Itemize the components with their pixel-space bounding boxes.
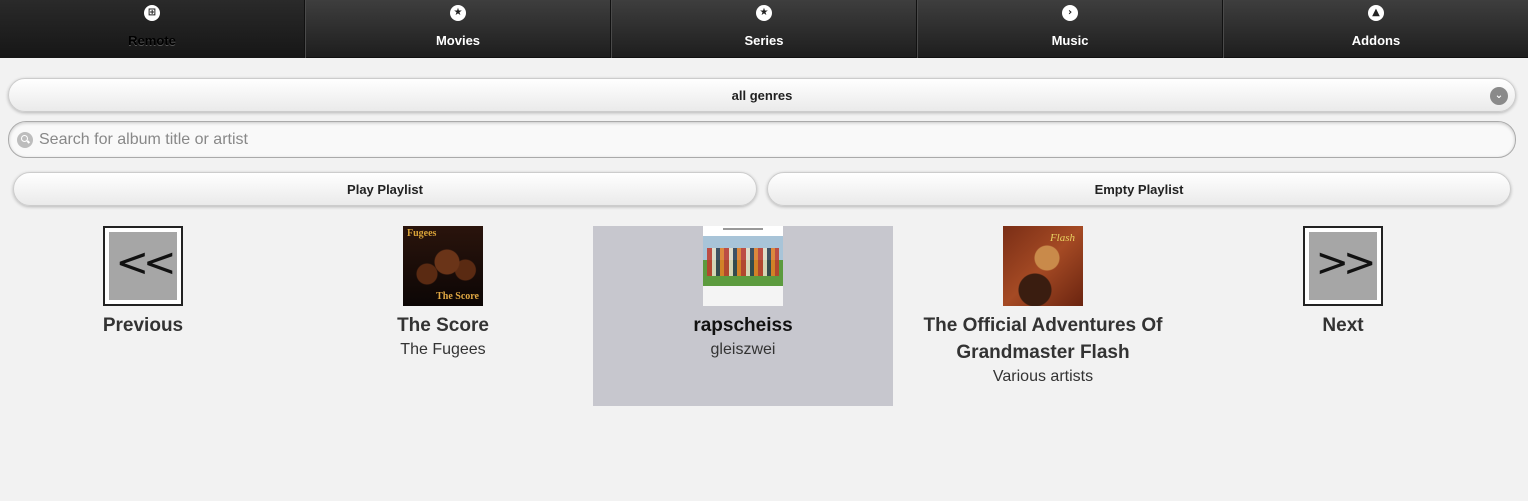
album-cover: Fugees The Score — [403, 226, 483, 306]
star-icon: ★ — [450, 5, 466, 21]
grid-icon: ⊞ — [144, 5, 160, 21]
search-icon — [17, 132, 33, 148]
music-controls-panel: all genres ⌄ Play Playlist Empty Playlis… — [0, 58, 1528, 221]
empty-playlist-button[interactable]: Empty Playlist — [767, 172, 1511, 206]
tab-series-label: Series — [744, 33, 784, 48]
genre-select[interactable]: all genres ⌄ — [8, 78, 1516, 112]
star-icon: ★ — [756, 5, 772, 21]
album-title: The Official Adventures Of Grandmaster F… — [923, 315, 1163, 363]
album-item[interactable]: Flash The Official Adventures Of Grandma… — [893, 226, 1193, 406]
next-label: Next — [1322, 315, 1364, 336]
album-title: The Score — [397, 315, 489, 336]
genre-select-value: all genres — [731, 88, 793, 103]
previous-label: Previous — [102, 315, 184, 336]
album-artist: Various artists — [992, 368, 1094, 385]
previous-page-button[interactable]: << Previous — [0, 226, 293, 406]
search-input[interactable] — [39, 122, 1509, 157]
next-icon: >> — [1303, 226, 1383, 306]
album-cover-text: The Score — [436, 291, 479, 302]
album-artist: The Fugees — [400, 341, 486, 358]
tab-addons[interactable]: ▲ Addons — [1223, 0, 1528, 58]
next-page-button[interactable]: >> Next — [1193, 226, 1493, 406]
album-item-selected[interactable]: rapscheiss gleiszwei — [593, 226, 893, 406]
album-cover: Flash — [1003, 226, 1083, 306]
tab-series[interactable]: ★ Series — [611, 0, 917, 58]
album-grid: << Previous Fugees The Score The Score T… — [0, 221, 1528, 501]
album-artist: gleiszwei — [710, 341, 776, 358]
alert-icon: ▲ — [1368, 5, 1384, 21]
album-title: rapscheiss — [693, 315, 793, 336]
tab-movies-label: Movies — [435, 33, 481, 48]
top-nav-bar: ⊞ Remote ★ Movies ★ Series › Music ▲ Add… — [0, 0, 1528, 58]
album-cover — [703, 226, 783, 306]
tab-remote-label: Remote — [128, 33, 176, 48]
chevron-right-icon: › — [1062, 5, 1078, 21]
tab-music-label: Music — [1051, 33, 1089, 48]
tab-movies[interactable]: ★ Movies — [305, 0, 611, 58]
album-cover-text: Flash — [1049, 232, 1075, 244]
tab-remote[interactable]: ⊞ Remote — [0, 0, 305, 58]
tab-music[interactable]: › Music — [917, 0, 1223, 58]
chevron-down-icon: ⌄ — [1490, 87, 1508, 105]
album-cover-text: Fugees — [407, 228, 437, 239]
search-field — [8, 121, 1516, 158]
previous-icon: << — [103, 226, 183, 306]
album-item[interactable]: Fugees The Score The Score The Fugees — [293, 226, 593, 406]
play-playlist-button[interactable]: Play Playlist — [13, 172, 757, 206]
tab-addons-label: Addons — [1351, 33, 1401, 48]
